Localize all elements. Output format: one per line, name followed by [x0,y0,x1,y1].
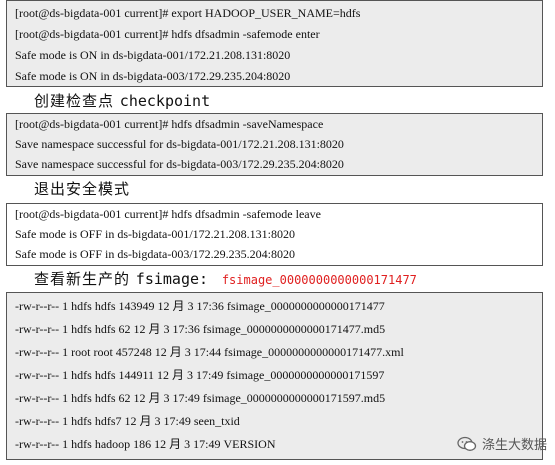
fsimage-filename: fsimage_0000000000000171477 [221,273,417,287]
code-line: Safe mode is OFF in ds-bigdata-003/172.2… [15,247,295,261]
code-line: Safe mode is OFF in ds-bigdata-001/172.2… [15,227,295,241]
listing-row: -rw-r--r-- 1 hdfs hdfs 143949 12 月 3 17:… [15,299,385,313]
code-line: Save namespace successful for ds-bigdata… [15,157,344,171]
code-line: [root@ds-bigdata-001 current]# export HA… [15,6,361,20]
code-line: [root@ds-bigdata-001 current]# hdfs dfsa… [15,207,321,221]
watermark-text: 涤生大数据 [481,438,547,453]
wechat-icon [457,436,477,452]
code-line: [root@ds-bigdata-001 current]# hdfs dfsa… [15,117,324,131]
code-block-safemode-leave: [root@ds-bigdata-001 current]# hdfs dfsa… [6,203,543,266]
listing-row: -rw-r--r-- 1 root root 457248 12 月 3 17:… [15,345,404,359]
listing-row: -rw-r--r-- 1 hdfs hdfs7 12 月 3 17:49 see… [15,414,240,428]
code-block-safemode-enter: [root@ds-bigdata-001 current]# export HA… [6,0,543,87]
watermark: 涤生大数据 [457,434,547,453]
code-line: Safe mode is ON in ds-bigdata-001/172.21… [15,48,291,62]
code-line: Safe mode is ON in ds-bigdata-003/172.29… [15,69,291,83]
heading-term: fsimage: [135,270,209,288]
heading-view-fsimage: 查看新生产的 fsimage: fsimage_0000000000000171… [34,268,417,289]
listing-row: -rw-r--r-- 1 hdfs hdfs 144911 12 月 3 17:… [15,368,385,382]
listing-row: -rw-r--r-- 1 hdfs hdfs 62 12 月 3 17:36 f… [15,322,386,336]
listing-row: -rw-r--r-- 1 hdfs hadoop 186 12 月 3 17:4… [15,437,276,451]
code-block-save-namespace: [root@ds-bigdata-001 current]# hdfs dfsa… [6,113,543,176]
code-line: Save namespace successful for ds-bigdata… [15,137,344,151]
listing-row: -rw-r--r-- 1 hdfs hdfs 62 12 月 3 17:49 f… [15,391,386,405]
heading-create-checkpoint: 创建检查点 checkpoint [34,90,210,111]
heading-text: 查看新生产的 [34,270,131,288]
heading-term: checkpoint [119,92,211,110]
heading-text: 创建检查点 [34,92,115,110]
heading-exit-safemode: 退出安全模式 [34,178,130,199]
heading-text: 退出安全模式 [34,180,131,198]
code-line: [root@ds-bigdata-001 current]# hdfs dfsa… [15,27,320,41]
